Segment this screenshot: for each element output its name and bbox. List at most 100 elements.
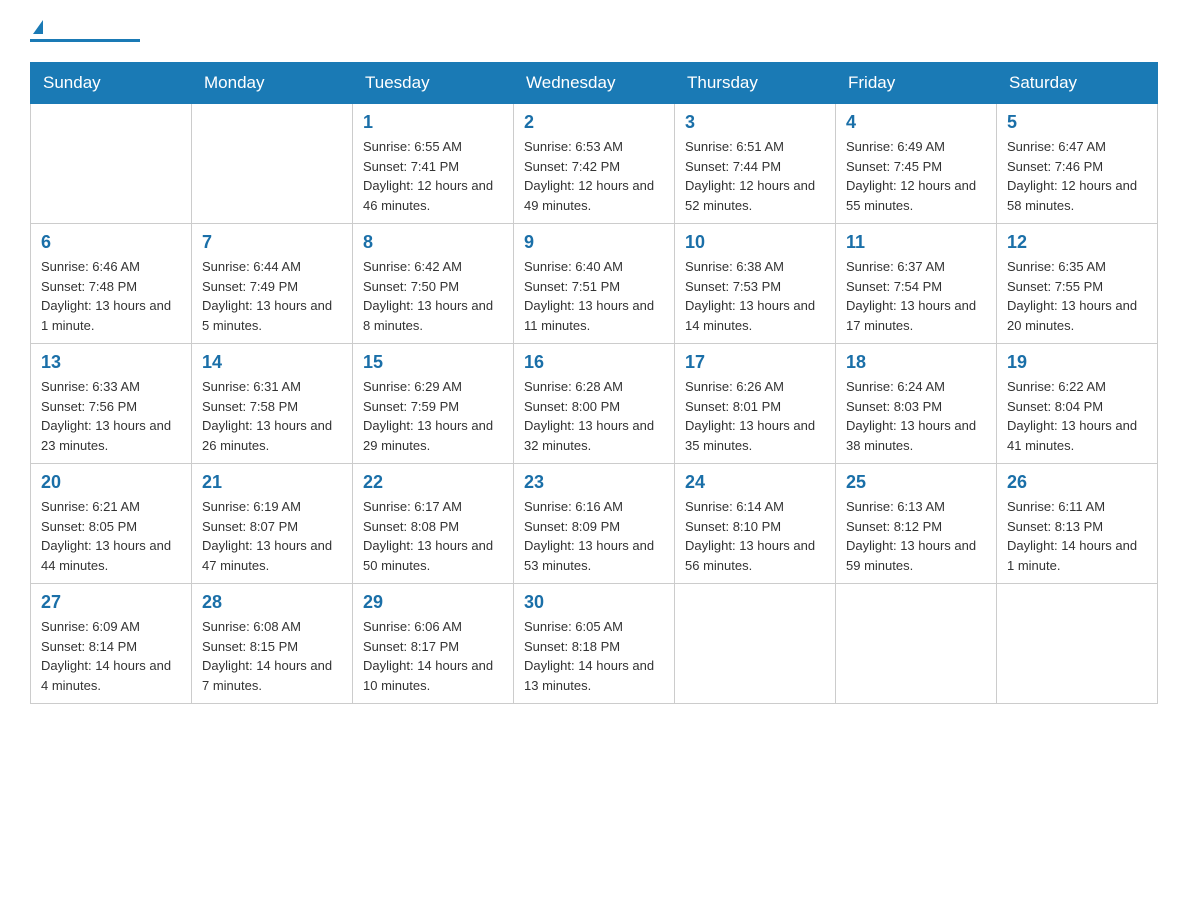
day-number: 12 (1007, 232, 1147, 253)
day-number: 25 (846, 472, 986, 493)
calendar-cell (31, 104, 192, 224)
calendar-cell: 4 Sunrise: 6:49 AMSunset: 7:45 PMDaylight… (836, 104, 997, 224)
day-info: Sunrise: 6:40 AMSunset: 7:51 PMDaylight:… (524, 257, 664, 335)
day-info: Sunrise: 6:06 AMSunset: 8:17 PMDaylight:… (363, 617, 503, 695)
day-number: 22 (363, 472, 503, 493)
day-info: Sunrise: 6:05 AMSunset: 8:18 PMDaylight:… (524, 617, 664, 695)
calendar-cell: 25 Sunrise: 6:13 AMSunset: 8:12 PMDayligh… (836, 464, 997, 584)
day-number: 26 (1007, 472, 1147, 493)
header-wednesday: Wednesday (514, 63, 675, 104)
week-row: 1 Sunrise: 6:55 AMSunset: 7:41 PMDaylight… (31, 104, 1158, 224)
day-number: 28 (202, 592, 342, 613)
day-info: Sunrise: 6:19 AMSunset: 8:07 PMDaylight:… (202, 497, 342, 575)
calendar-cell (997, 584, 1158, 704)
day-number: 4 (846, 112, 986, 133)
calendar-cell: 19 Sunrise: 6:22 AMSunset: 8:04 PMDayligh… (997, 344, 1158, 464)
day-info: Sunrise: 6:21 AMSunset: 8:05 PMDaylight:… (41, 497, 181, 575)
calendar-cell: 26 Sunrise: 6:11 AMSunset: 8:13 PMDayligh… (997, 464, 1158, 584)
header-row: Sunday Monday Tuesday Wednesday Thursday… (31, 63, 1158, 104)
day-number: 10 (685, 232, 825, 253)
calendar-cell: 3Sunrise: 6:51 AMSunset: 7:44 PMDaylight… (675, 104, 836, 224)
day-number: 21 (202, 472, 342, 493)
day-info: Sunrise: 6:33 AMSunset: 7:56 PMDaylight:… (41, 377, 181, 455)
header-monday: Monday (192, 63, 353, 104)
day-info: Sunrise: 6:42 AMSunset: 7:50 PMDaylight:… (363, 257, 503, 335)
calendar-cell: 17 Sunrise: 6:26 AMSunset: 8:01 PMDayligh… (675, 344, 836, 464)
day-number: 11 (846, 232, 986, 253)
calendar-cell: 24 Sunrise: 6:14 AMSunset: 8:10 PMDayligh… (675, 464, 836, 584)
calendar-cell: 5Sunrise: 6:47 AMSunset: 7:46 PMDaylight… (997, 104, 1158, 224)
calendar-cell: 23 Sunrise: 6:16 AMSunset: 8:09 PMDayligh… (514, 464, 675, 584)
day-info: Sunrise: 6:24 AMSunset: 8:03 PMDaylight:… (846, 377, 986, 455)
day-number: 15 (363, 352, 503, 373)
calendar-cell (192, 104, 353, 224)
calendar-cell: 29 Sunrise: 6:06 AMSunset: 8:17 PMDayligh… (353, 584, 514, 704)
calendar-cell: 14 Sunrise: 6:31 AMSunset: 7:58 PMDayligh… (192, 344, 353, 464)
day-number: 3 (685, 112, 825, 133)
calendar-cell: 8 Sunrise: 6:42 AMSunset: 7:50 PMDaylight… (353, 224, 514, 344)
day-info: Sunrise: 6:13 AMSunset: 8:12 PMDaylight:… (846, 497, 986, 575)
day-number: 19 (1007, 352, 1147, 373)
calendar-body: 1 Sunrise: 6:55 AMSunset: 7:41 PMDaylight… (31, 104, 1158, 704)
day-number: 18 (846, 352, 986, 373)
day-number: 9 (524, 232, 664, 253)
week-row: 27 Sunrise: 6:09 AMSunset: 8:14 PMDayligh… (31, 584, 1158, 704)
day-info: Sunrise: 6:22 AMSunset: 8:04 PMDaylight:… (1007, 377, 1147, 455)
day-number: 16 (524, 352, 664, 373)
calendar-cell: 15 Sunrise: 6:29 AMSunset: 7:59 PMDayligh… (353, 344, 514, 464)
calendar-cell: 1 Sunrise: 6:55 AMSunset: 7:41 PMDaylight… (353, 104, 514, 224)
header-tuesday: Tuesday (353, 63, 514, 104)
day-info: Sunrise: 6:44 AMSunset: 7:49 PMDaylight:… (202, 257, 342, 335)
day-info: Sunrise: 6:26 AMSunset: 8:01 PMDaylight:… (685, 377, 825, 455)
calendar-cell: 7 Sunrise: 6:44 AMSunset: 7:49 PMDaylight… (192, 224, 353, 344)
day-number: 27 (41, 592, 181, 613)
day-number: 5 (1007, 112, 1147, 133)
day-info: Sunrise: 6:08 AMSunset: 8:15 PMDaylight:… (202, 617, 342, 695)
day-number: 14 (202, 352, 342, 373)
calendar-cell: 22 Sunrise: 6:17 AMSunset: 8:08 PMDayligh… (353, 464, 514, 584)
calendar-cell: 10Sunrise: 6:38 AMSunset: 7:53 PMDayligh… (675, 224, 836, 344)
day-info: Sunrise: 6:31 AMSunset: 7:58 PMDaylight:… (202, 377, 342, 455)
day-number: 2 (524, 112, 664, 133)
calendar-cell: 9 Sunrise: 6:40 AMSunset: 7:51 PMDaylight… (514, 224, 675, 344)
day-info: Sunrise: 6:16 AMSunset: 8:09 PMDaylight:… (524, 497, 664, 575)
calendar-cell: 21 Sunrise: 6:19 AMSunset: 8:07 PMDayligh… (192, 464, 353, 584)
calendar-cell: 13 Sunrise: 6:33 AMSunset: 7:56 PMDayligh… (31, 344, 192, 464)
day-info: Sunrise: 6:09 AMSunset: 8:14 PMDaylight:… (41, 617, 181, 695)
day-info: Sunrise: 6:55 AMSunset: 7:41 PMDaylight:… (363, 137, 503, 215)
calendar-cell: 16Sunrise: 6:28 AMSunset: 8:00 PMDayligh… (514, 344, 675, 464)
week-row: 20 Sunrise: 6:21 AMSunset: 8:05 PMDayligh… (31, 464, 1158, 584)
calendar-cell: 27 Sunrise: 6:09 AMSunset: 8:14 PMDayligh… (31, 584, 192, 704)
header-saturday: Saturday (997, 63, 1158, 104)
calendar-cell: 2Sunrise: 6:53 AMSunset: 7:42 PMDaylight… (514, 104, 675, 224)
day-number: 17 (685, 352, 825, 373)
day-number: 8 (363, 232, 503, 253)
logo (30, 20, 144, 42)
day-info: Sunrise: 6:46 AMSunset: 7:48 PMDaylight:… (41, 257, 181, 335)
day-info: Sunrise: 6:29 AMSunset: 7:59 PMDaylight:… (363, 377, 503, 455)
calendar-cell: 20 Sunrise: 6:21 AMSunset: 8:05 PMDayligh… (31, 464, 192, 584)
calendar-table: Sunday Monday Tuesday Wednesday Thursday… (30, 62, 1158, 704)
day-info: Sunrise: 6:11 AMSunset: 8:13 PMDaylight:… (1007, 497, 1147, 575)
day-number: 7 (202, 232, 342, 253)
day-number: 29 (363, 592, 503, 613)
day-info: Sunrise: 6:14 AMSunset: 8:10 PMDaylight:… (685, 497, 825, 575)
calendar-cell: 6Sunrise: 6:46 AMSunset: 7:48 PMDaylight… (31, 224, 192, 344)
day-info: Sunrise: 6:49 AMSunset: 7:45 PMDaylight:… (846, 137, 986, 215)
calendar-cell: 11Sunrise: 6:37 AMSunset: 7:54 PMDayligh… (836, 224, 997, 344)
day-number: 1 (363, 112, 503, 133)
day-number: 13 (41, 352, 181, 373)
header-friday: Friday (836, 63, 997, 104)
header-sunday: Sunday (31, 63, 192, 104)
day-number: 24 (685, 472, 825, 493)
calendar-cell: 28 Sunrise: 6:08 AMSunset: 8:15 PMDayligh… (192, 584, 353, 704)
week-row: 6Sunrise: 6:46 AMSunset: 7:48 PMDaylight… (31, 224, 1158, 344)
week-row: 13 Sunrise: 6:33 AMSunset: 7:56 PMDayligh… (31, 344, 1158, 464)
calendar-cell (836, 584, 997, 704)
day-number: 23 (524, 472, 664, 493)
day-number: 30 (524, 592, 664, 613)
day-info: Sunrise: 6:17 AMSunset: 8:08 PMDaylight:… (363, 497, 503, 575)
calendar-cell: 18 Sunrise: 6:24 AMSunset: 8:03 PMDayligh… (836, 344, 997, 464)
header-thursday: Thursday (675, 63, 836, 104)
day-number: 20 (41, 472, 181, 493)
